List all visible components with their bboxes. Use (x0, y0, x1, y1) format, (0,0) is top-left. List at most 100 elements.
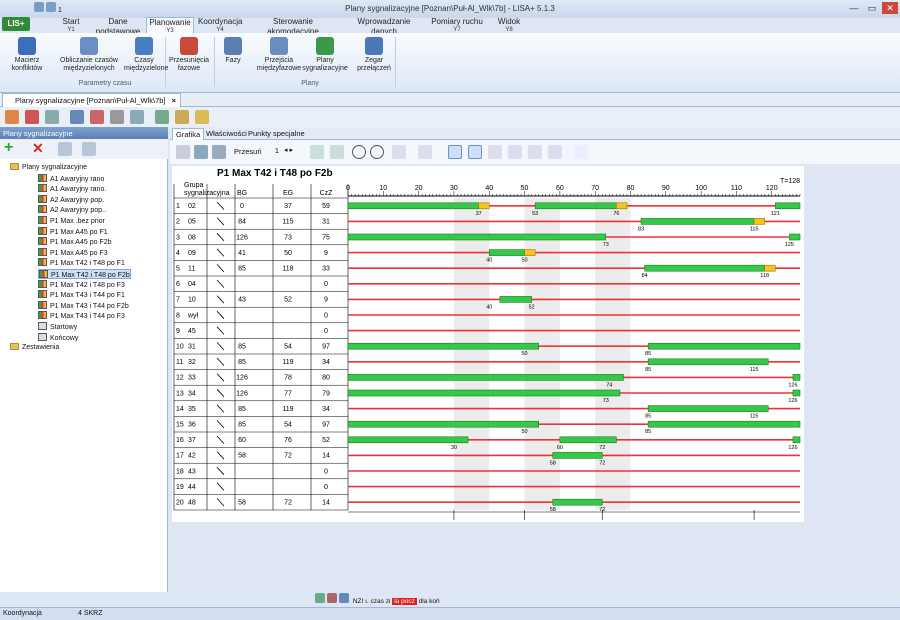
print-preview-icon[interactable] (90, 110, 104, 124)
time-label: 126 (788, 382, 797, 388)
document-tab[interactable]: Plany sygnalizacyjne [Poznan\Puł-Al_Wlk\… (2, 93, 181, 107)
view-icon[interactable] (315, 593, 325, 603)
nzi-label[interactable]: NZI (353, 598, 363, 605)
tab-koordynacja[interactable]: Koordynacja Y4 (198, 17, 242, 33)
chart-icon[interactable] (339, 593, 349, 603)
movement-arrow (216, 451, 225, 460)
kon-label[interactable]: dla koń (419, 598, 440, 605)
group-plany: Plany (301, 80, 319, 87)
undo-icon[interactable] (392, 145, 406, 159)
tree-item[interactable]: P1 Max T42 i T48 po F1 (38, 258, 125, 268)
arrow-left-icon[interactable] (574, 145, 588, 159)
tab-widok[interactable]: Widok Y8 (494, 17, 524, 33)
tab-punkty-specjalne[interactable]: Punkty specjalne (245, 128, 308, 140)
tree-item[interactable]: Końcowy (38, 332, 78, 343)
tree-item[interactable]: A1 Awaryjny rano (38, 173, 104, 184)
ribbon-button-3[interactable]: Przesunięcia fazowe (166, 37, 212, 73)
graphics-toolbar: Przesuń 1 ◂ ▸ (170, 140, 900, 164)
remove-icon[interactable]: ✕ (32, 141, 46, 156)
shift-value[interactable]: 1 (270, 146, 284, 157)
czas-label[interactable]: ı. czas zi (365, 598, 390, 605)
tab-wlasciwosci[interactable]: Właściwości (203, 128, 250, 140)
axis-tick-label: 60 (556, 185, 564, 192)
tree-item[interactable]: P1 Max A45 po F2b (38, 237, 111, 247)
tool-2-icon[interactable] (508, 145, 522, 159)
movement-arrow (216, 498, 225, 507)
grid-icon[interactable] (176, 145, 190, 159)
tree-item[interactable]: Zestawienia (10, 343, 59, 353)
tree-item[interactable]: A1 Awaryjny rano. (38, 184, 106, 194)
tab-wprowadzanie[interactable]: Wprowadzanie danychY6 (346, 17, 422, 43)
movement-arrow (216, 310, 225, 320)
zoom-in-icon[interactable] (352, 145, 366, 159)
minimize-button[interactable]: — (846, 2, 862, 14)
tab-start[interactable]: Start Y1 (56, 17, 86, 33)
save-icon[interactable] (45, 110, 59, 124)
tab-pomiary[interactable]: Pomiary ruchu Y7 (428, 17, 486, 33)
close-button[interactable]: ✕ (882, 2, 898, 14)
shift-stepper[interactable]: ◂ ▸ (284, 146, 293, 154)
app-logo[interactable]: LIS+ (2, 17, 30, 31)
tree-item[interactable]: P1 Max T42 i T48 po F2b (38, 269, 131, 279)
ribbon-icon-5 (270, 37, 288, 55)
export-icon[interactable] (175, 110, 189, 124)
paste-icon[interactable] (82, 142, 96, 156)
time-label: 58 (550, 460, 556, 466)
close-icon[interactable]: × (172, 96, 176, 105)
ribbon-button-4[interactable]: Fazy (218, 37, 248, 65)
folder-icon (10, 163, 19, 170)
copy-icon[interactable] (130, 110, 144, 124)
maximize-button[interactable]: ▭ (864, 2, 880, 14)
row-bg: 126 (236, 375, 248, 382)
green-bar (488, 249, 525, 256)
add-plan-icon[interactable] (5, 110, 19, 124)
tree-item[interactable]: P1 Max T43 i T44 po F3 (38, 311, 125, 321)
tree-item[interactable]: A2 Awaryjny pop.. (38, 205, 106, 215)
ribbon-button-7[interactable]: Zegar przełączeń (354, 37, 394, 73)
copy-icon[interactable] (58, 142, 72, 156)
tree-item[interactable]: P1 Max .bez prior (38, 216, 105, 226)
tree-item-label: P1 Max T43 i T44 po F3 (50, 313, 125, 321)
report-icon[interactable] (195, 110, 209, 124)
tree-item[interactable]: P1 Max A45 po F1 (38, 226, 108, 237)
movement-arrow (216, 232, 225, 242)
print-icon[interactable] (70, 110, 84, 124)
undo-icon[interactable] (46, 2, 56, 12)
delete-icon[interactable] (25, 110, 39, 124)
tab-planowanie[interactable]: Planowanie Y3 (146, 17, 194, 34)
save-icon[interactable] (34, 2, 44, 12)
add-icon[interactable]: + (4, 140, 18, 156)
import-icon[interactable] (155, 110, 169, 124)
tree-item[interactable]: Plany sygnalizacyjne (10, 163, 87, 173)
ribbon-button-2[interactable]: Czasy międzyzielone (124, 37, 168, 73)
zoom-fit-icon[interactable] (310, 145, 324, 159)
edit-icon[interactable] (327, 593, 337, 603)
tool-4-icon[interactable] (548, 145, 562, 159)
tree-item[interactable]: P1 Max T43 i T44 po F2b (38, 300, 129, 311)
zoom-out-icon[interactable] (370, 145, 384, 159)
layout-icon[interactable] (212, 145, 226, 159)
tree-item[interactable]: P1 Max A45 po F3 (38, 247, 108, 258)
pointer-icon[interactable] (448, 145, 462, 159)
tool-1-icon[interactable] (488, 145, 502, 159)
axis-tick-label: 50 (521, 185, 529, 192)
tree-item[interactable]: Startowy (38, 322, 77, 332)
tree-item[interactable]: A2 Awaryjny pop. (38, 194, 104, 205)
tree-item[interactable]: P1 Max T42 i T48 po F3 (38, 279, 125, 290)
redo-icon[interactable] (418, 145, 432, 159)
row-num: 8 (176, 312, 180, 319)
ribbon-button-0[interactable]: Macierz konfliktów (2, 37, 52, 73)
tree-item[interactable]: P1 Max T43 i T44 po F1 (38, 290, 125, 300)
zoom-window-icon[interactable] (330, 145, 344, 159)
ribbon-button-1[interactable]: Obliczanie czasów międzyzielonych (46, 37, 132, 73)
ribbon-button-6[interactable]: Plany sygnalizacyjne (298, 37, 352, 73)
tools-icon[interactable] (110, 110, 124, 124)
tool-3-icon[interactable] (528, 145, 542, 159)
row-czz: 52 (322, 437, 330, 444)
table-icon[interactable] (194, 145, 208, 159)
tab-grafika[interactable]: Grafika (172, 128, 205, 140)
move-icon[interactable] (468, 145, 482, 159)
tab-dane-podstawowe[interactable]: Dane podstawoweY2 (90, 17, 146, 43)
pocz-label[interactable]: la pocz (392, 598, 417, 605)
tab-sterowanie[interactable]: Sterowanie akomodacyjneY5 (248, 17, 338, 43)
